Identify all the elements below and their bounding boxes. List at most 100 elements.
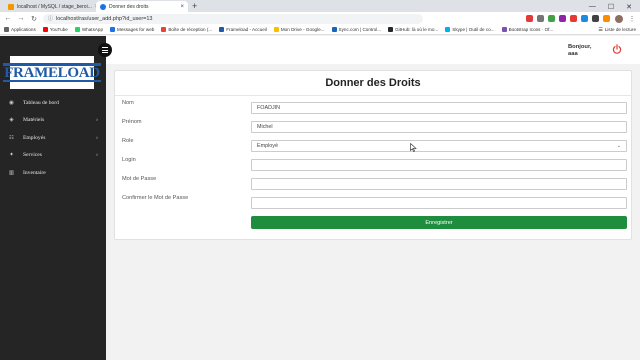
login-label: Login [122,157,136,163]
minimize-icon[interactable]: — [589,3,596,10]
reading-list-icon: ☰ [598,26,603,33]
bookmark-item[interactable]: Bootstrap Icons · Of... [501,27,554,32]
rights-form-card: Donner des Droits Nom FOADJIN Prénom Mic… [114,70,632,240]
bookmark-label: GitHub: là où le mo... [395,27,439,32]
forward-icon[interactable]: → [17,15,25,22]
sidebar-item-label: Inventaire [23,169,46,176]
bookmark-favicon-icon [219,27,225,32]
bookmark-item[interactable]: Frameload - Accueil [219,27,267,32]
extension-icon[interactable] [592,15,599,22]
maximize-icon[interactable]: ☐ [608,3,614,11]
extension-icon[interactable] [526,15,533,22]
sidebar-item-chart[interactable]: ▥ Inventaire [0,164,106,182]
bookmark-item[interactable]: Applications [4,27,36,32]
sidebar: FRAMELOAD ◉ Tableau de bord ◈ Matériels › ☷ Em… [0,36,112,360]
bookmark-item[interactable]: Skype | Outil de co... [445,27,495,32]
nom-label: Nom [122,100,134,106]
bookmark-label: Bootstrap Icons · Of... [508,27,554,32]
role-value: Employé [257,143,278,149]
browser-toolbar: ← → ↻ ⓘ localhost/ras/user_add.php?id_us… [0,12,640,25]
phpmyadmin-favicon-icon [8,3,14,10]
bookmark-item[interactable]: WhatsApp [74,27,103,32]
page-title: Donner des Droits [115,71,631,96]
bookmark-item[interactable]: YouTube [42,27,68,32]
form-row-nom: Nom FOADJIN [115,100,633,114]
logo-text: FRAMELOAD [3,63,101,82]
bookmark-item[interactable]: Boîte de réception (... [161,27,212,32]
extension-icon[interactable] [570,15,577,22]
browser-tab-donner-des-droits[interactable]: Donner des droits × [96,1,188,12]
close-window-icon[interactable]: ✕ [626,3,632,11]
password-input[interactable] [251,178,627,190]
bookmark-label: Applications [11,27,36,32]
close-tab-icon[interactable]: × [180,4,184,10]
browser-tab-phpmyadmin[interactable]: localhost / MySQL / stage_beroi... × [4,1,96,12]
bookmark-item[interactable]: Messages for web [110,27,154,32]
bookmark-favicon-icon [445,27,451,32]
extensions-area [526,15,610,22]
reload-icon[interactable]: ↻ [30,15,38,23]
info-icon: ⓘ [48,16,54,22]
bookmark-favicon-icon [161,27,167,32]
chevron-right-icon: › [96,152,98,159]
sidebar-nav: ◉ Tableau de bord ◈ Matériels › ☷ Employés › ✦ Se… [0,94,106,182]
bookmark-label: Boîte de réception (... [168,27,213,32]
sidebar-item-label: Employés [23,134,46,141]
bookmark-label: Mon Drive - Google... [280,27,325,32]
bookmark-label: Messages for web [117,27,155,32]
mouse-cursor-icon [410,143,417,152]
bookmark-favicon-icon [110,27,116,32]
role-select[interactable]: Employé ⌄ [251,140,627,152]
back-icon[interactable]: ← [4,15,12,22]
bookmark-favicon-icon [273,27,279,32]
sidebar-item-dashboard[interactable]: ◉ Tableau de bord [0,94,106,112]
sidebar-item-label: Tableau de bord [23,99,59,106]
url-text: localhost/ras/user_add.php?id_user=13 [56,15,153,22]
bookmark-favicon-icon [331,27,337,32]
extension-icon[interactable] [581,15,588,22]
login-input[interactable] [251,159,627,171]
menu-toggle-icon[interactable] [98,43,112,57]
extension-icon[interactable] [559,15,566,22]
bookmark-label: Skype | Outil de co... [452,27,495,32]
bookmark-favicon-icon [501,27,507,32]
prenom-label: Prénom [122,119,142,125]
bookmarks-bar: Applications YouTube WhatsApp Messages for … [0,25,640,35]
chevron-right-icon: › [96,134,98,141]
save-button[interactable]: Enregistrer [251,216,627,229]
bookmark-favicon-icon [4,27,9,32]
sidebar-item-label: Matériels [23,117,45,124]
nom-input[interactable]: FOADJIN [251,102,627,114]
browser-tab-bar: localhost / MySQL / stage_beroi... × Don… [0,0,640,12]
reading-list[interactable]: ☰ Liste de lecture [598,27,636,33]
browser-menu-icon[interactable]: ⋮ [628,15,636,23]
confirm-password-label: Confirmer le Mot de Passe [122,195,189,201]
form-row-prenom: Prénom Michel [115,119,633,133]
password-label: Mot de Passe [122,176,157,182]
window-controls: — ☐ ✕ [589,1,640,12]
address-bar[interactable]: ⓘ localhost/ras/user_add.php?id_user=13 [43,13,423,24]
bookmark-item[interactable]: GitHub: là où le mo... [388,27,438,32]
extension-icon[interactable] [548,15,555,22]
power-logout-icon[interactable] [612,44,622,54]
chevron-down-icon: ⌄ [616,143,621,149]
nom-value: FOADJIN [257,105,281,111]
top-header: Bonjour, aaa [106,36,640,64]
profile-avatar[interactable] [615,14,623,23]
confirm-password-input[interactable] [251,197,627,209]
form-row-confirm-password: Confirmer le Mot de Passe [115,195,633,209]
chart-icon: ▥ [8,169,15,176]
users-icon: ☷ [9,134,14,141]
extension-icon[interactable] [537,15,544,22]
sidebar-item-users[interactable]: ☷ Employés › [0,129,106,147]
bookmark-item[interactable]: Mon Drive - Google... [273,27,325,32]
prenom-input[interactable]: Michel [251,121,627,133]
new-tab-button[interactable]: + [192,1,197,12]
tab-label: localhost / MySQL / stage_beroi... [17,3,92,10]
extension-icon[interactable] [603,15,610,22]
frameload-logo: FRAMELOAD [3,56,101,89]
sidebar-item-service[interactable]: ✦ Services › [0,147,106,165]
sidebar-item-layers[interactable]: ◈ Matériels › [0,112,106,130]
bookmark-favicon-icon [42,27,48,32]
bookmark-item[interactable]: Sync.com | Control... [331,27,381,32]
